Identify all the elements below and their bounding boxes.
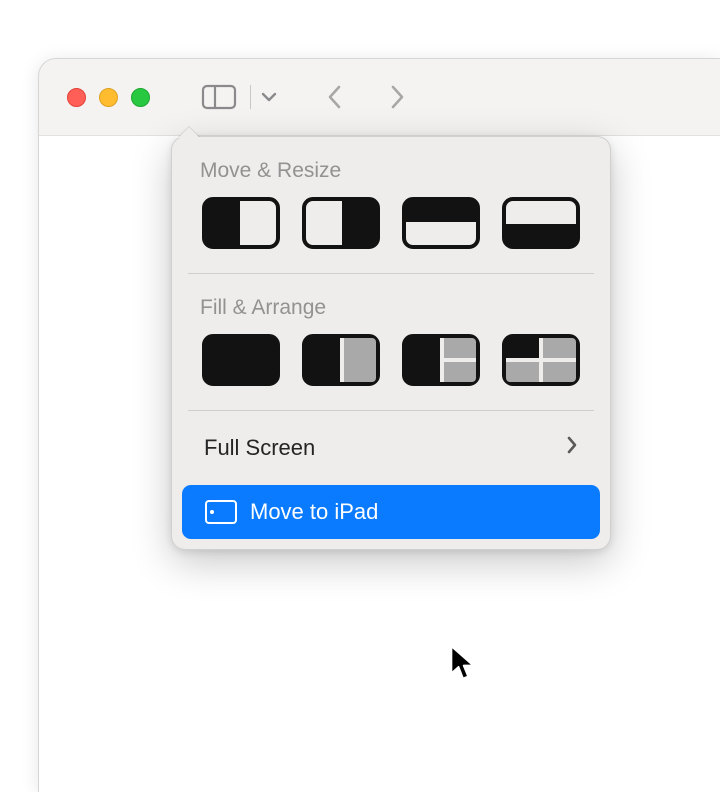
tile-bottom-half-button[interactable] [502,197,580,249]
window-tiling-popover: Move & Resize Fill & Arrange Full Screen… [171,136,611,550]
zoom-window-button[interactable] [131,88,150,107]
tile-arrange-quarters-button[interactable] [502,334,580,386]
back-button[interactable] [319,78,349,116]
move-to-ipad-menu-item[interactable]: Move to iPad [182,485,600,539]
tile-right-half-button[interactable] [302,197,380,249]
full-screen-label: Full Screen [204,435,315,461]
move-resize-section-label: Move & Resize [172,137,610,197]
forward-button[interactable] [383,78,413,116]
minimize-window-button[interactable] [99,88,118,107]
move-to-ipad-label: Move to iPad [250,499,378,525]
navigation-buttons [319,78,413,116]
sidebar-toolbar-group [194,78,281,116]
close-window-button[interactable] [67,88,86,107]
fill-arrange-section-label: Fill & Arrange [172,274,610,334]
traffic-lights [67,88,150,107]
toggle-sidebar-button[interactable] [194,78,244,116]
tile-top-half-button[interactable] [402,197,480,249]
fill-arrange-row [172,334,610,392]
ipad-icon [204,499,238,525]
move-resize-row [172,197,610,255]
divider [188,410,594,411]
tile-fill-button[interactable] [202,334,280,386]
toolbar-divider [250,85,251,109]
sidebar-menu-button[interactable] [257,78,281,116]
tile-arrange-left-right-button[interactable] [302,334,380,386]
full-screen-menu-item[interactable]: Full Screen [182,421,600,475]
tile-left-half-button[interactable] [202,197,280,249]
chevron-right-icon [566,435,578,461]
tile-arrange-three-button[interactable] [402,334,480,386]
titlebar [39,59,720,135]
